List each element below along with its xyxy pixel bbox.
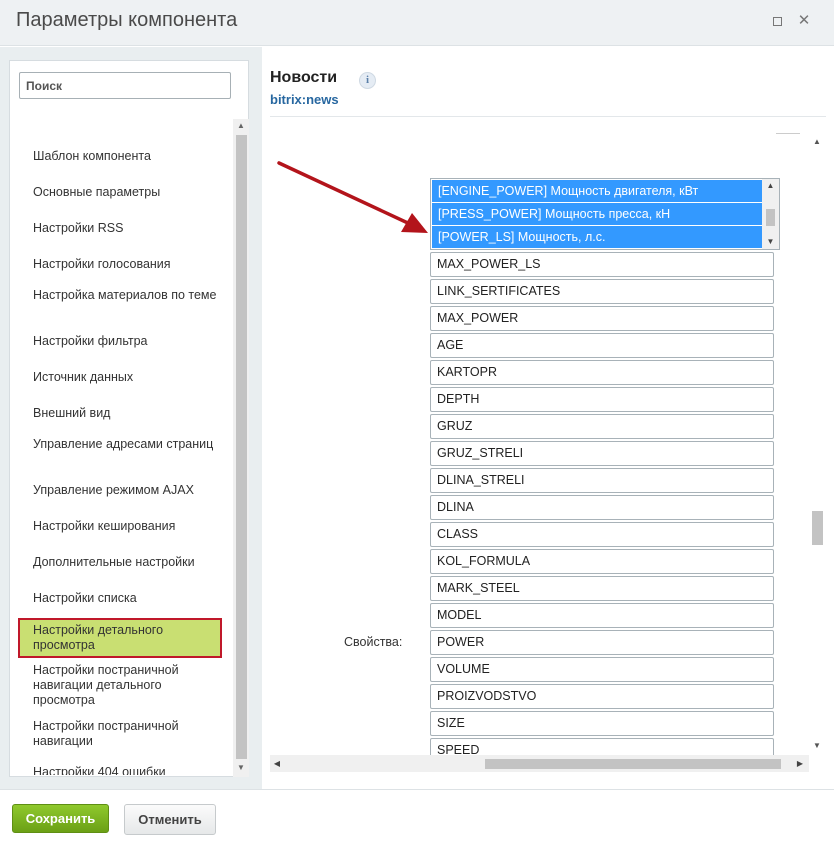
sidebar-item-additional[interactable]: Дополнительные настройки — [18, 555, 222, 570]
property-field[interactable]: MAX_POWER — [430, 306, 774, 331]
sidebar-item-ajax[interactable]: Управление режимом AJAX — [18, 483, 222, 498]
sidebar-item-404[interactable]: Настройки 404 ошибки — [18, 765, 222, 775]
maximize-icon[interactable] — [770, 14, 784, 28]
properties-area: [ENGINE_POWER] Мощность двигателя, кВт [… — [270, 133, 800, 755]
property-field[interactable]: LINK_SERTIFICATES — [430, 279, 774, 304]
search-box[interactable] — [19, 72, 231, 99]
property-field[interactable]: SIZE — [430, 711, 774, 736]
property-field[interactable]: KARTOPR — [430, 360, 774, 385]
property-field[interactable]: SPEED — [430, 738, 774, 755]
property-field[interactable]: PROIZVODSTVO — [430, 684, 774, 709]
sections-sidebar: Шаблон компонента Основные параметры Нас… — [9, 60, 249, 777]
property-field[interactable]: GRUZ_STRELI — [430, 441, 774, 466]
property-field[interactable]: MARK_STEEL — [430, 576, 774, 601]
dialog-title: Параметры компонента — [16, 9, 238, 31]
settings-horizontal-scrollbar[interactable]: ◀ ▶ — [270, 755, 809, 772]
dialog-footer: Сохранить Отменить — [0, 789, 834, 845]
info-icon[interactable]: i — [359, 72, 376, 89]
settings-scroll-thumb[interactable] — [812, 511, 823, 545]
dialog-body: Шаблон компонента Основные параметры Нас… — [0, 47, 834, 789]
property-field[interactable]: MAX_POWER_LS — [430, 252, 774, 277]
close-icon[interactable]: ✕ — [797, 13, 811, 28]
save-button[interactable]: Сохранить — [12, 804, 109, 833]
cancel-button[interactable]: Отменить — [124, 804, 216, 835]
property-field[interactable]: VOLUME — [430, 657, 774, 682]
settings-vertical-scrollbar[interactable]: ▲ ▼ — [808, 133, 826, 755]
properties-label: Свойства: — [344, 635, 403, 649]
sidebar-item-detail[interactable]: Настройки детального просмотра — [18, 618, 222, 658]
property-field[interactable]: AGE — [430, 333, 774, 358]
divider — [270, 116, 826, 117]
sidebar-item-list[interactable]: Настройки списка — [18, 591, 222, 606]
selected-option[interactable]: [PRESS_POWER] Мощность пресса, кН — [432, 203, 763, 225]
property-field[interactable]: GRUZ — [430, 414, 774, 439]
settings-panel: Новости i bitrix:news [ENGINE_POWER] Мощ… — [262, 47, 834, 789]
sidebar-scrollbar[interactable]: ▲ ▼ — [233, 119, 249, 777]
sidebar-item-appearance[interactable]: Внешний вид — [18, 406, 222, 421]
scroll-up-icon[interactable]: ▲ — [233, 119, 249, 133]
sidebar-item-voting[interactable]: Настройки голосования — [18, 257, 222, 272]
sidebar-item-urls[interactable]: Управление адресами страниц — [18, 437, 222, 452]
sidebar-item-detail-pager[interactable]: Настройки постраничной навигации детальн… — [18, 663, 222, 708]
multiselect-scroll-thumb[interactable] — [766, 209, 775, 226]
sections-list: Шаблон компонента Основные параметры Нас… — [10, 119, 232, 775]
sidebar-item-template[interactable]: Шаблон компонента — [18, 149, 222, 164]
property-field[interactable]: DLINA — [430, 495, 774, 520]
component-code: bitrix:news — [270, 92, 339, 107]
sidebar-item-filter[interactable]: Настройки фильтра — [18, 334, 222, 349]
scroll-right-icon[interactable]: ▶ — [793, 755, 807, 772]
property-field[interactable]: MODEL — [430, 603, 774, 628]
scroll-up-icon[interactable]: ▲ — [808, 135, 826, 149]
selected-option[interactable]: [ENGINE_POWER] Мощность двигателя, кВт — [432, 180, 763, 202]
divider — [776, 133, 800, 134]
sidebar-item-rss[interactable]: Настройки RSS — [18, 221, 222, 236]
multiselect-scrollbar[interactable]: ▲ ▼ — [762, 179, 779, 249]
property-field[interactable]: DLINA_STRELI — [430, 468, 774, 493]
settings-hscroll-thumb[interactable] — [485, 759, 781, 769]
sidebar-item-pager[interactable]: Настройки постраничной навигации — [18, 719, 222, 749]
sidebar-scroll-thumb[interactable] — [236, 135, 247, 759]
sidebar-item-cache[interactable]: Настройки кеширования — [18, 519, 222, 534]
properties-multiselect[interactable]: [ENGINE_POWER] Мощность двигателя, кВт [… — [430, 178, 780, 250]
search-input[interactable] — [20, 73, 230, 98]
property-field[interactable]: DEPTH — [430, 387, 774, 412]
component-title: Новости — [270, 69, 338, 86]
scroll-down-icon[interactable]: ▼ — [233, 761, 249, 775]
property-field[interactable]: KOL_FORMULA — [430, 549, 774, 574]
scroll-down-icon[interactable]: ▼ — [808, 739, 826, 753]
sidebar-item-related[interactable]: Настройка материалов по теме — [18, 288, 222, 303]
selected-option[interactable]: [POWER_LS] Мощность, л.с. — [432, 226, 763, 248]
scroll-up-icon[interactable]: ▲ — [762, 179, 779, 193]
sidebar-item-datasource[interactable]: Источник данных — [18, 370, 222, 385]
sidebar-item-main[interactable]: Основные параметры — [18, 185, 222, 200]
property-field[interactable]: CLASS — [430, 522, 774, 547]
scroll-left-icon[interactable]: ◀ — [270, 755, 284, 772]
scroll-down-icon[interactable]: ▼ — [762, 235, 779, 249]
property-field[interactable]: POWER — [430, 630, 774, 655]
dialog-titlebar: Параметры компонента ✕ — [0, 0, 834, 46]
